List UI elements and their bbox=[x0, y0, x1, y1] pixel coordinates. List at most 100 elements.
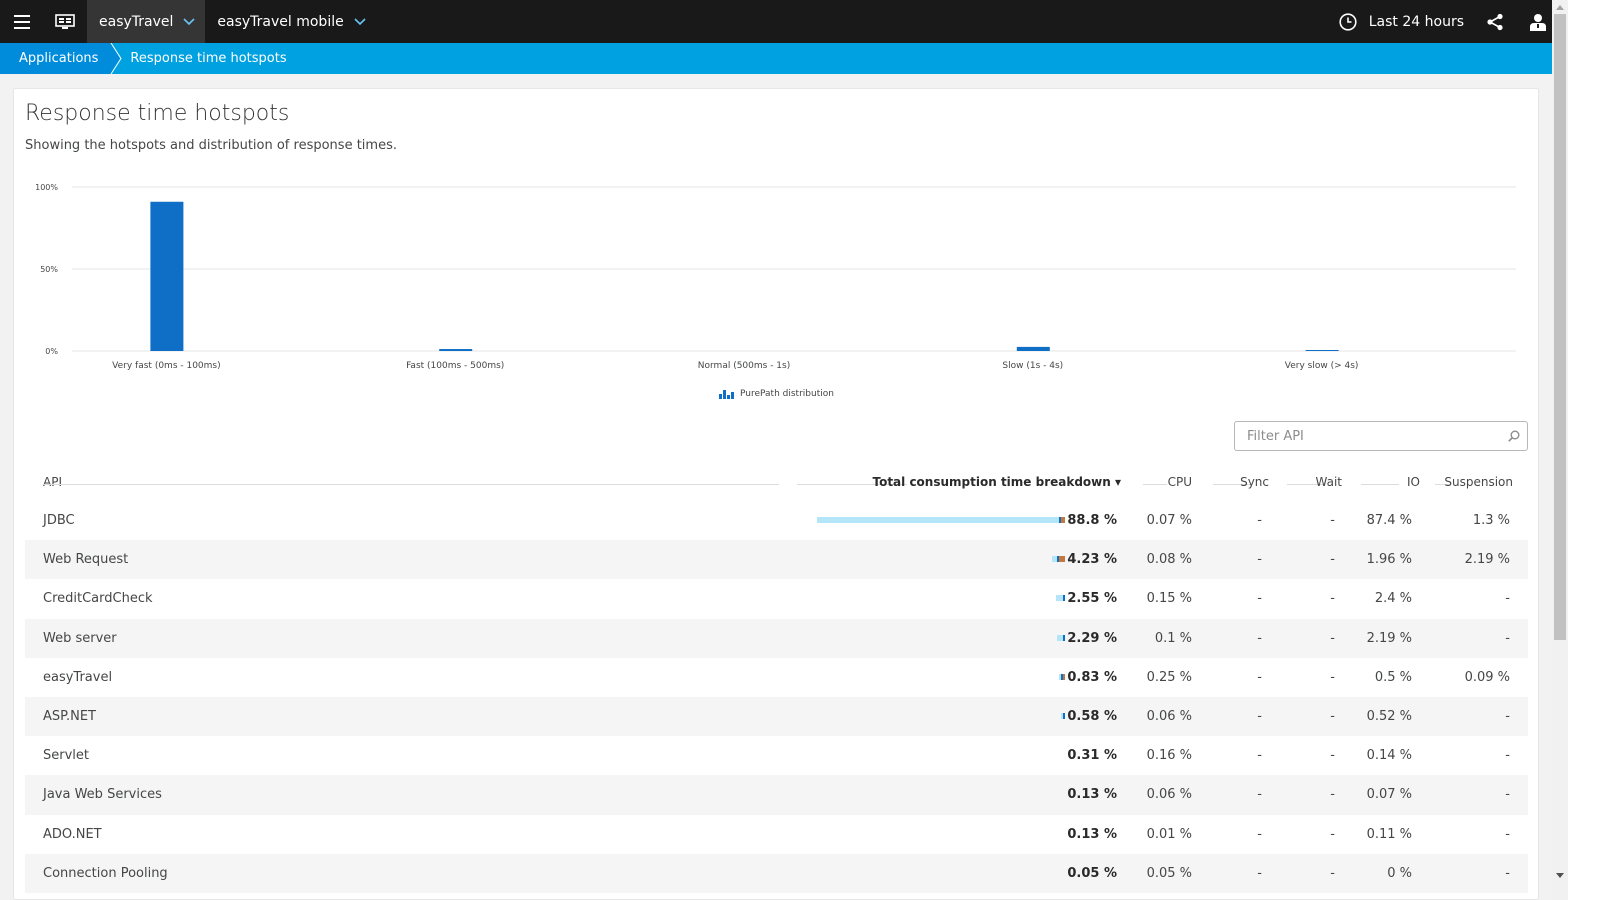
table-row[interactable]: easyTravel 0.83 % 0.25 % - - 0.5 % 0.09 % bbox=[25, 658, 1528, 697]
header-suspension[interactable]: Suspension bbox=[1444, 475, 1513, 489]
user-icon[interactable] bbox=[1530, 13, 1548, 31]
cell-wait: - bbox=[1330, 787, 1335, 803]
chart-bar[interactable] bbox=[150, 201, 184, 351]
consumption-breakdown-bar bbox=[1051, 556, 1065, 563]
chart-legend[interactable]: PurePath distribution bbox=[719, 389, 834, 399]
header-cpu[interactable]: CPU bbox=[1168, 475, 1192, 489]
cell-wait: - bbox=[1330, 630, 1335, 646]
breadcrumb-separator bbox=[110, 43, 124, 74]
viewport-margin bbox=[1568, 0, 1600, 900]
cell-sync: - bbox=[1257, 630, 1262, 646]
cell-suspension: - bbox=[1505, 748, 1510, 764]
cell-suspension: - bbox=[1505, 826, 1510, 842]
search-icon[interactable] bbox=[1501, 430, 1527, 442]
cell-suspension: - bbox=[1505, 865, 1510, 881]
cell-total: 0.83 % bbox=[1067, 669, 1117, 685]
cell-api[interactable]: Web server bbox=[43, 631, 117, 646]
cell-cpu: 0.06 % bbox=[1146, 708, 1192, 724]
app-selector-label: easyTravel mobile bbox=[217, 13, 344, 30]
table-header: API Total consumption time breakdown ▾ C… bbox=[25, 463, 1528, 501]
hamburger-menu-button[interactable] bbox=[0, 0, 43, 43]
cell-api[interactable]: easyTravel bbox=[43, 670, 112, 685]
cell-total: 4.23 % bbox=[1067, 552, 1117, 568]
table-row[interactable]: JDBC 88.8 % 0.07 % - - 87.4 % 1.3 % bbox=[25, 501, 1528, 540]
x-tick-label: Fast (100ms - 500ms) bbox=[406, 361, 504, 371]
table-row[interactable]: CreditCardCheck 2.55 % 0.15 % - - 2.4 % - bbox=[25, 579, 1528, 618]
page-scrollbar[interactable] bbox=[1552, 0, 1568, 900]
bar-chart-icon bbox=[719, 389, 734, 399]
cell-wait: - bbox=[1330, 591, 1335, 607]
x-tick-label: Very fast (0ms - 100ms) bbox=[112, 361, 220, 371]
x-tick-label: Very slow (> 4s) bbox=[1285, 361, 1359, 371]
cell-sync: - bbox=[1257, 513, 1262, 528]
table-row[interactable]: ADO.NET 0.13 % 0.01 % - - 0.11 % - bbox=[25, 815, 1528, 854]
cell-total: 88.8 % bbox=[1067, 513, 1117, 528]
table-row[interactable]: Servlet 0.31 % 0.16 % - - 0.14 % - bbox=[25, 736, 1528, 775]
timeframe-selector[interactable]: Last 24 hours bbox=[1339, 12, 1464, 31]
table-row[interactable]: Connection Pooling 0.05 % 0.05 % - - 0 % - bbox=[25, 853, 1528, 893]
chevron-down-icon bbox=[354, 17, 366, 26]
scrollbar-thumb[interactable] bbox=[1554, 14, 1566, 640]
scroll-down-arrow[interactable] bbox=[1552, 868, 1568, 882]
cell-api[interactable]: CreditCardCheck bbox=[43, 591, 153, 606]
header-underline bbox=[43, 484, 779, 485]
hamburger-menu-icon bbox=[13, 14, 30, 29]
cell-total: 0.13 % bbox=[1067, 826, 1117, 842]
consumption-breakdown-bar bbox=[1059, 673, 1065, 680]
consumption-breakdown-bar bbox=[1061, 712, 1065, 719]
cell-api[interactable]: Servlet bbox=[43, 748, 89, 763]
chart-bar[interactable] bbox=[439, 349, 473, 351]
share-icon[interactable] bbox=[1486, 13, 1506, 31]
table-row[interactable]: Java Web Services 0.13 % 0.06 % - - 0.07 % - bbox=[25, 775, 1528, 815]
cell-cpu: 0.05 % bbox=[1146, 865, 1192, 881]
cell-sync: - bbox=[1257, 787, 1262, 803]
header-api[interactable]: API bbox=[43, 475, 62, 489]
cell-io: 0.52 % bbox=[1366, 708, 1412, 724]
chevron-down-icon bbox=[183, 17, 195, 26]
app-selector-easytravel-mobile[interactable]: easyTravel mobile bbox=[205, 0, 377, 43]
table-row[interactable]: Web Request 4.23 % 0.08 % - - 1.96 % 2.19 % bbox=[25, 540, 1528, 580]
table-row[interactable]: ASP.NET 0.58 % 0.06 % - - 0.52 % - bbox=[25, 696, 1528, 737]
cell-total: 0.58 % bbox=[1067, 708, 1117, 724]
chart-bar[interactable] bbox=[1305, 350, 1339, 351]
monitor-button[interactable] bbox=[43, 0, 87, 43]
filter-api-field[interactable] bbox=[1234, 421, 1528, 451]
bar-segment-cpu bbox=[1063, 595, 1065, 602]
cell-suspension: 0.09 % bbox=[1464, 669, 1510, 685]
y-tick-label: 0% bbox=[45, 347, 58, 356]
cell-cpu: 0.01 % bbox=[1146, 826, 1192, 842]
cell-api[interactable]: JDBC bbox=[43, 513, 75, 528]
top-navigation-bar: easyTravel easyTravel mobile Last 24 hou… bbox=[0, 0, 1568, 43]
cell-api[interactable]: Web Request bbox=[43, 552, 128, 567]
cell-total: 2.55 % bbox=[1067, 591, 1117, 607]
cell-api[interactable]: Connection Pooling bbox=[43, 866, 168, 881]
breadcrumb-item-applications[interactable]: Applications bbox=[0, 43, 113, 74]
header-sync[interactable]: Sync bbox=[1240, 475, 1269, 489]
api-table: API Total consumption time breakdown ▾ C… bbox=[25, 463, 1528, 893]
chart-bar[interactable] bbox=[1016, 346, 1050, 351]
bar-segment-susp bbox=[1061, 517, 1065, 523]
hotspots-card: Response time hotspots Showing the hotsp… bbox=[13, 88, 1539, 900]
header-underline bbox=[1143, 484, 1167, 485]
bar-segment-cpu bbox=[1063, 634, 1065, 641]
cell-total: 2.29 % bbox=[1067, 630, 1117, 646]
cell-cpu: 0.16 % bbox=[1146, 748, 1192, 764]
header-wait[interactable]: Wait bbox=[1316, 475, 1343, 489]
cell-sync: - bbox=[1257, 748, 1262, 764]
header-total-consumption[interactable]: Total consumption time breakdown ▾ bbox=[872, 475, 1121, 489]
consumption-breakdown-bar bbox=[1056, 634, 1065, 641]
header-io[interactable]: IO bbox=[1407, 475, 1420, 489]
cell-sync: - bbox=[1257, 865, 1262, 881]
table-row[interactable]: Web server 2.29 % 0.1 % - - 2.19 % - bbox=[25, 618, 1528, 658]
legend-label: PurePath distribution bbox=[740, 389, 834, 399]
clock-icon bbox=[1339, 12, 1357, 31]
cell-io: 87.4 % bbox=[1366, 513, 1412, 528]
cell-io: 0.14 % bbox=[1366, 748, 1412, 764]
cell-api[interactable]: ASP.NET bbox=[43, 709, 96, 724]
cell-io: 2.19 % bbox=[1366, 630, 1412, 646]
filter-api-input[interactable] bbox=[1235, 422, 1501, 450]
cell-api[interactable]: ADO.NET bbox=[43, 827, 102, 842]
cell-api[interactable]: Java Web Services bbox=[43, 787, 162, 802]
app-selector-easytravel[interactable]: easyTravel bbox=[87, 0, 206, 43]
scroll-up-arrow[interactable] bbox=[1552, 0, 1568, 14]
